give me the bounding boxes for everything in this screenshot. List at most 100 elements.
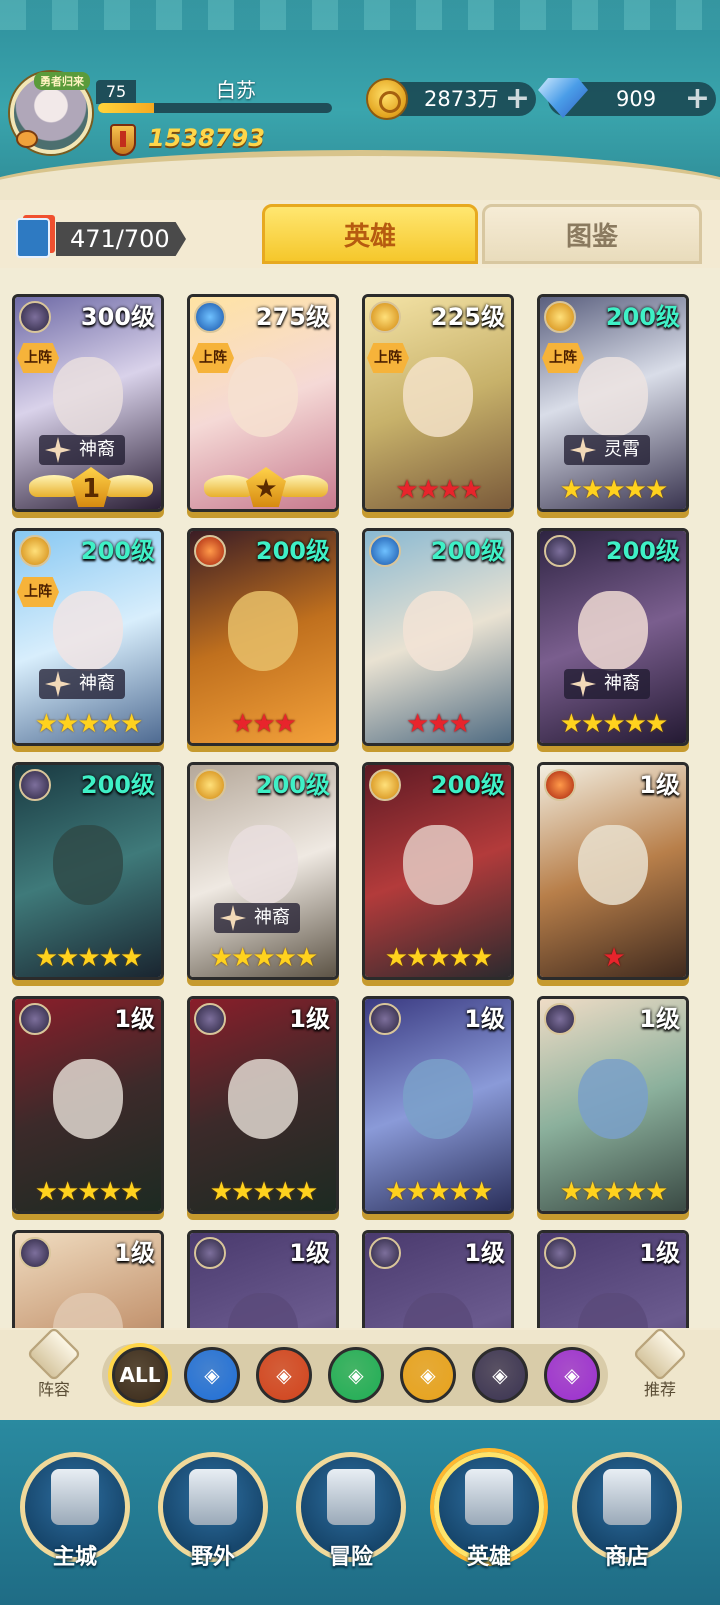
left-wing-icon bbox=[204, 475, 254, 497]
hero-card[interactable]: 200级 神裔 ★★★★★ bbox=[187, 762, 339, 980]
hero-face bbox=[228, 1059, 298, 1139]
hero-level: 200级 bbox=[255, 537, 330, 565]
nav-knight-helmet-button[interactable]: 英雄 bbox=[434, 1452, 544, 1570]
wind-element-icon: ◈ bbox=[348, 1363, 364, 1387]
filter-arcane-element-button[interactable]: ◈ bbox=[544, 1347, 600, 1403]
deployed-badge: 上阵 bbox=[542, 343, 584, 373]
tab-codex[interactable]: 图鉴 bbox=[482, 204, 702, 264]
star-rating: ★★★★★ bbox=[15, 943, 161, 973]
right-wing-icon bbox=[278, 475, 328, 497]
hero-card[interactable]: 200级 ★★★★★ bbox=[12, 762, 164, 980]
star-icon: ★ bbox=[406, 709, 429, 739]
xp-bar bbox=[98, 103, 332, 113]
hero-card[interactable]: 1级 ★★★★★ bbox=[187, 996, 339, 1214]
nav-label: 冒险 bbox=[328, 1545, 373, 1570]
player-level: 75 bbox=[96, 80, 136, 104]
hero-card[interactable]: 275级 上阵 ★ bbox=[187, 294, 339, 512]
recommend-button[interactable]: 推荐 bbox=[628, 1326, 692, 1408]
hero-level: 225级 bbox=[430, 303, 505, 331]
hero-card[interactable]: 200级 ★★★★★ bbox=[362, 762, 514, 980]
void-element-icon bbox=[544, 535, 576, 567]
nav-label: 英雄 bbox=[466, 1545, 511, 1570]
filter-all-button[interactable]: ALL bbox=[112, 1347, 168, 1403]
tab-heroes[interactable]: 英雄 bbox=[262, 204, 478, 264]
star-icon: ★ bbox=[581, 709, 604, 739]
add-gem-plus-icon[interactable]: + bbox=[685, 82, 710, 116]
star-icon: ★ bbox=[273, 943, 297, 973]
hero-faction-tag: 神裔 bbox=[39, 435, 125, 465]
hero-card[interactable]: 200级 上阵 灵霄 ★★★★★ bbox=[537, 294, 689, 512]
star-icon: ★ bbox=[294, 943, 318, 973]
add-gold-plus-icon[interactable]: + bbox=[505, 82, 530, 116]
filter-water-element-button[interactable]: ◈ bbox=[184, 1347, 240, 1403]
nav-castle-button[interactable]: 主城 bbox=[20, 1452, 130, 1570]
castle-icon bbox=[51, 1469, 99, 1525]
star-icon: ★ bbox=[119, 1177, 143, 1207]
star-icon: ★ bbox=[559, 475, 583, 505]
hero-level: 1级 bbox=[639, 771, 680, 799]
nav-label: 商店 bbox=[604, 1545, 649, 1570]
void-element-icon bbox=[369, 1003, 401, 1035]
star-icon: ★ bbox=[77, 1177, 100, 1207]
star-icon: ★ bbox=[98, 1177, 122, 1207]
deployed-badge: 上阵 bbox=[17, 343, 59, 373]
void-element-icon bbox=[19, 769, 51, 801]
star-icon: ★ bbox=[231, 943, 254, 973]
star-icon: ★ bbox=[427, 943, 450, 973]
hero-card[interactable]: 1级 ★★★★★ bbox=[537, 996, 689, 1214]
hero-card[interactable]: 1级 ★★★★★ bbox=[12, 996, 164, 1214]
nav-portal-button[interactable]: 野外 bbox=[158, 1452, 268, 1570]
filter-wind-element-button[interactable]: ◈ bbox=[328, 1347, 384, 1403]
hero-card[interactable]: 200级 神裔 ★★★★★ bbox=[537, 528, 689, 746]
hero-capacity: 471/700 bbox=[56, 222, 186, 256]
light-element-icon bbox=[19, 535, 51, 567]
star-icon: ★ bbox=[384, 1177, 408, 1207]
water-element-icon bbox=[369, 535, 401, 567]
hero-faction-tag: 神裔 bbox=[39, 669, 125, 699]
filter-light-element-button[interactable]: ◈ bbox=[400, 1347, 456, 1403]
hero-face bbox=[53, 1059, 123, 1139]
hero-card[interactable]: 1级 ★★★★★ bbox=[362, 996, 514, 1214]
star-rating: ★★★★★ bbox=[540, 1177, 686, 1207]
hero-card[interactable]: 200级 ★★★ bbox=[187, 528, 339, 746]
hero-card[interactable]: 1级 bbox=[537, 1230, 689, 1328]
hero-card[interactable]: 1级 bbox=[12, 1230, 164, 1328]
void-element-icon bbox=[194, 1237, 226, 1269]
star-icon: ★ bbox=[56, 709, 79, 739]
fire-element-icon: ◈ bbox=[276, 1363, 292, 1387]
hero-card[interactable]: 1级 ★ bbox=[537, 762, 689, 980]
xp-bar-fill bbox=[98, 103, 155, 113]
nav-sword-button[interactable]: 冒险 bbox=[296, 1452, 406, 1570]
filter-void-element-button[interactable]: ◈ bbox=[472, 1347, 528, 1403]
hero-level: 1级 bbox=[639, 1239, 680, 1267]
hero-card[interactable]: 200级 ★★★ bbox=[362, 528, 514, 746]
star-icon: ★ bbox=[34, 943, 58, 973]
hero-level: 200级 bbox=[430, 537, 505, 565]
star-icon: ★ bbox=[448, 709, 472, 739]
sword-icon bbox=[327, 1469, 375, 1525]
hero-card[interactable]: 200级 上阵 神裔 ★★★★★ bbox=[12, 528, 164, 746]
hero-face bbox=[403, 825, 473, 905]
rank-wings-badge: ★ bbox=[204, 467, 328, 507]
star-icon: ★ bbox=[581, 1177, 604, 1207]
hero-card[interactable]: 1级 bbox=[362, 1230, 514, 1328]
star-icon: ★ bbox=[77, 943, 100, 973]
star-icon: ★ bbox=[406, 943, 429, 973]
star-icon: ★ bbox=[559, 1177, 583, 1207]
star-icon: ★ bbox=[231, 709, 254, 739]
void-element-icon bbox=[194, 1003, 226, 1035]
deployed-badge: 上阵 bbox=[192, 343, 234, 373]
hero-card[interactable]: 225级 上阵 ★★★★ bbox=[362, 294, 514, 512]
hero-card[interactable]: 300级 上阵 神裔 1 bbox=[12, 294, 164, 512]
filter-fire-element-button[interactable]: ◈ bbox=[256, 1347, 312, 1403]
hero-card[interactable]: 1级 bbox=[187, 1230, 339, 1328]
star-rating: ★★★★★ bbox=[15, 1177, 161, 1207]
hero-level: 1级 bbox=[464, 1005, 505, 1033]
star-icon: ★ bbox=[56, 1177, 79, 1207]
nav-shop-button[interactable]: 商店 bbox=[572, 1452, 682, 1570]
star-icon: ★ bbox=[416, 475, 440, 505]
star-icon: ★ bbox=[252, 1177, 275, 1207]
star-rating: ★★★ bbox=[365, 709, 511, 739]
hero-faction-tag: 灵霄 bbox=[564, 435, 650, 465]
lineup-button[interactable]: 阵容 bbox=[22, 1326, 86, 1408]
